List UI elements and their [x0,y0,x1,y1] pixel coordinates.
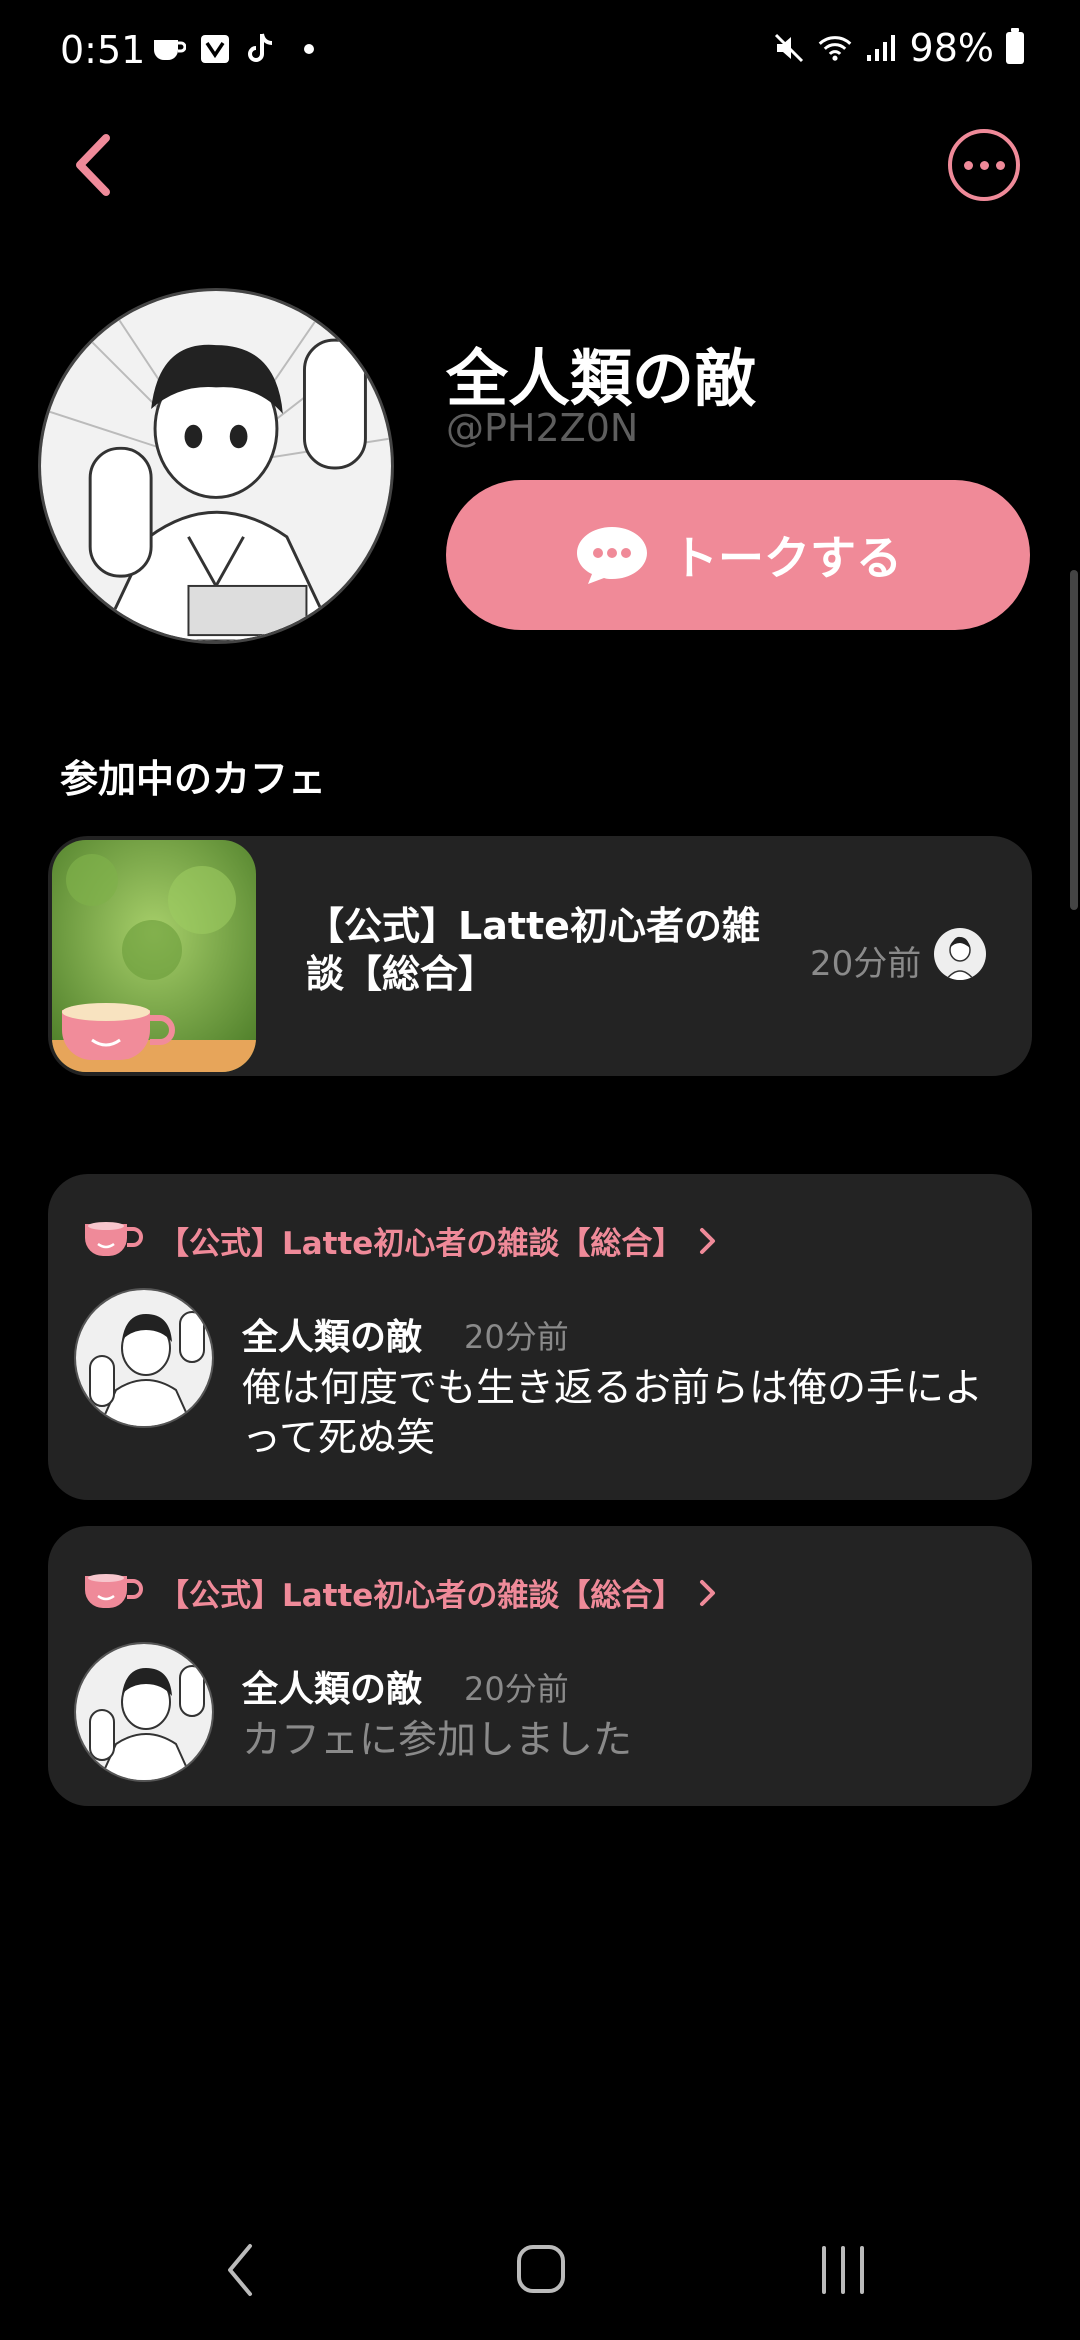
nav-recents-icon [822,2246,864,2294]
chevron-right-icon [700,1227,716,1254]
talk-button-label: トークする [672,531,902,585]
notification-icons [152,32,314,66]
more-dot [979,160,989,170]
feed-post-card[interactable]: 【公式】Latte初心者の雑談【総合】 全人類の敵 20分前 俺は何度でも生き返… [48,1174,1032,1500]
feed-author-avatar[interactable] [74,1288,214,1428]
nav-back-icon [228,2244,252,2296]
signal-icon [864,31,898,65]
feed-author-avatar[interactable] [74,1642,214,1782]
battery-percent: 98% [909,26,994,70]
profile-handle: @PH2Z0N [446,406,639,450]
cafe-updated-time: 20分前 [810,944,922,984]
feed-cafe-label: 【公式】Latte初心者の雑談【総合】 [158,1578,684,1614]
feed-cafe-link[interactable]: 【公式】Latte初心者の雑談【総合】 [82,1570,719,1615]
wifi-icon [818,31,852,65]
cup-icon [85,1573,143,1608]
nav-home-button[interactable] [516,2244,566,2298]
feed-time: 20分前 [464,1670,569,1708]
feed-time: 20分前 [464,1318,569,1356]
cafe-name-line: 談【総合】 [306,952,497,996]
system-nav-bar [0,2220,1080,2340]
chevron-right-icon [700,1579,716,1606]
feed-cafe-link[interactable]: 【公式】Latte初心者の雑談【総合】 [82,1218,719,1263]
feed-author-name: 全人類の敵 [242,1317,423,1358]
scrollbar[interactable] [1070,570,1078,910]
notification-dot [304,44,314,54]
profile-name: 全人類の敵 [446,342,757,415]
feed-message: 俺は何度でも生き返るお前らは俺の手によ って死ぬ笑 [242,1364,1002,1464]
feed-message-line: 俺は何度でも生き返るお前らは俺の手によ [242,1366,984,1411]
chevron-left-icon [76,134,110,196]
tray-icon [198,32,232,66]
talk-button[interactable]: トークする [446,480,1030,630]
more-dot [995,160,1005,170]
feed-message-line: カフェに参加しました [242,1718,633,1763]
cafe-member-avatar [934,928,986,980]
cafe-name: 【公式】Latte初心者の雑 談【総合】 [306,902,826,998]
more-dot [963,160,973,170]
cup-icon [85,1221,143,1256]
coffee-icon [152,32,186,66]
tiktok-icon [244,32,278,66]
mute-icon [772,31,806,65]
cafe-name-line: 【公式】Latte初心者の雑 [306,904,760,948]
nav-back-button[interactable] [224,2242,254,2302]
feed-post-card[interactable]: 【公式】Latte初心者の雑談【総合】 全人類の敵 20分前 カフェに参加しまし… [48,1526,1032,1806]
system-icons: 98% [772,26,1024,70]
feed-message-line: って死ぬ笑 [242,1416,436,1461]
feed-author-name: 全人類の敵 [242,1669,423,1710]
cafe-card[interactable]: 【公式】Latte初心者の雑 談【総合】 20分前 [48,836,1032,1076]
profile-avatar[interactable] [38,288,394,644]
chat-bubble-icon [577,527,647,584]
nav-recents-button[interactable] [818,2242,868,2302]
status-time: 0:51 [60,28,146,72]
back-button[interactable] [70,132,120,198]
feed-message: カフェに参加しました [242,1716,1002,1766]
battery-icon [1006,28,1024,64]
cafe-thumbnail [52,840,256,1072]
more-options-button[interactable] [948,129,1020,201]
nav-home-icon [517,2245,565,2293]
status-bar: 0:51 98% [0,0,1080,100]
section-title: 参加中のカフェ [60,757,327,801]
feed-cafe-label: 【公式】Latte初心者の雑談【総合】 [158,1226,684,1262]
